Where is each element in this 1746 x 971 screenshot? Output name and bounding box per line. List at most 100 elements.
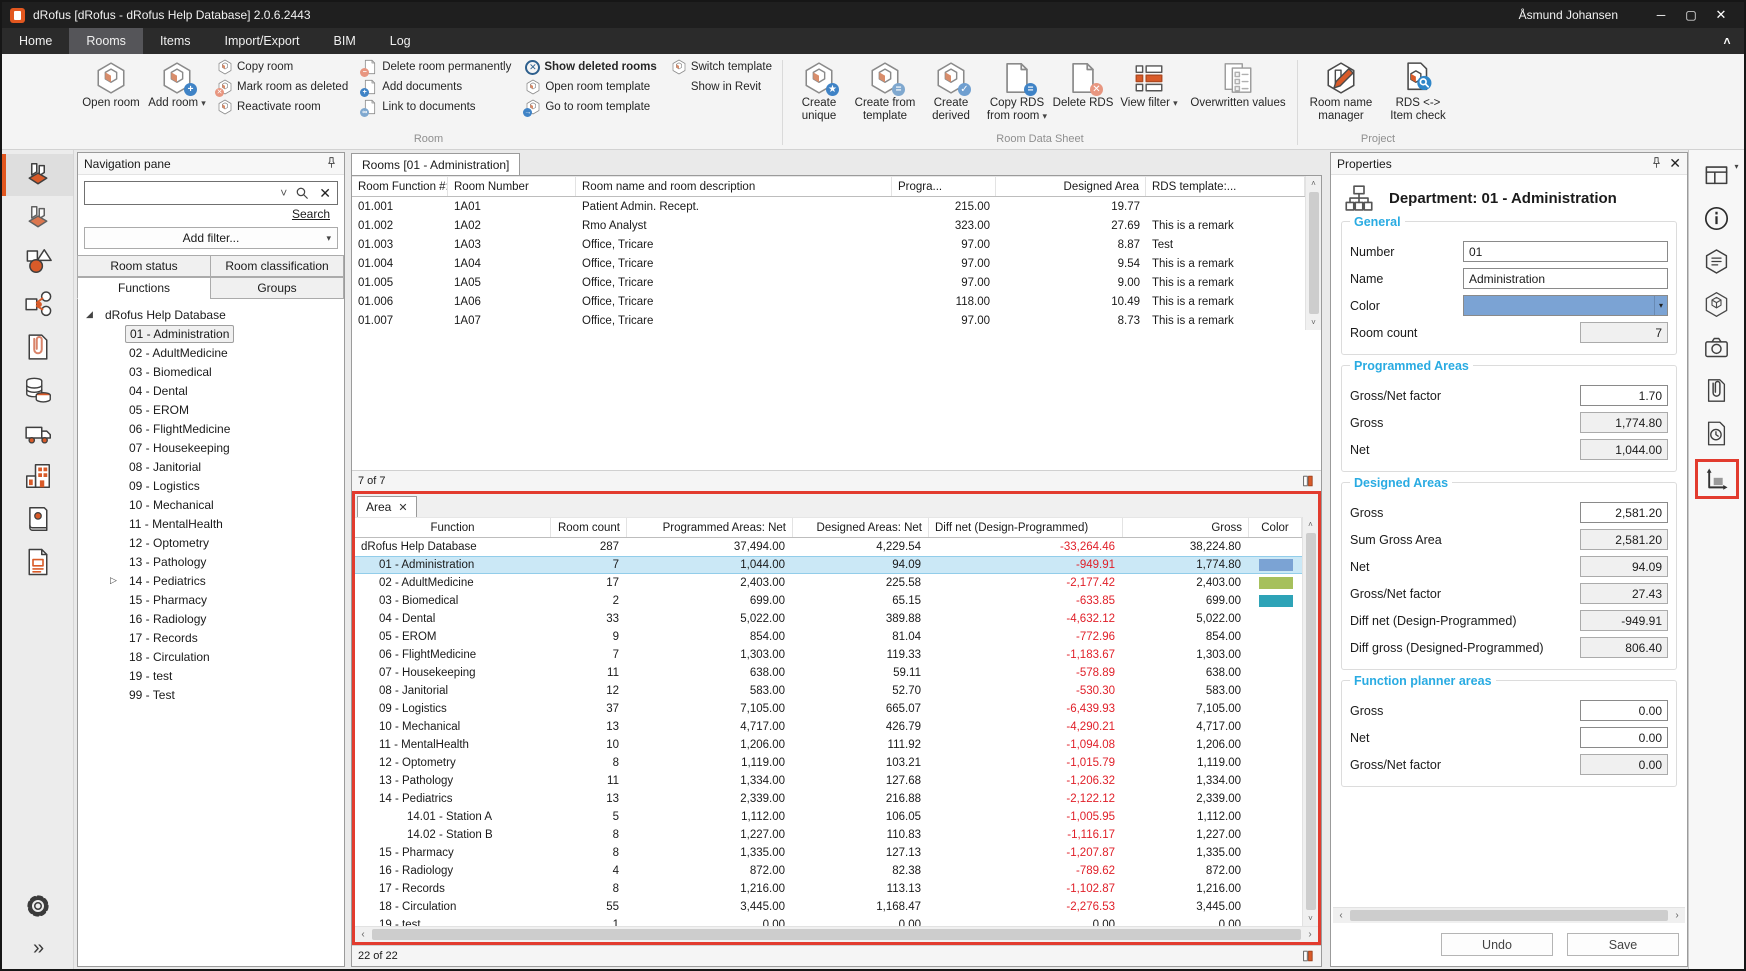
delete-room-permanently-button[interactable]: −Delete room permanently	[362, 59, 511, 75]
open-room-button[interactable]: Open room	[80, 59, 142, 110]
close-tab-icon[interactable]: ✕	[398, 501, 407, 514]
sidebar-module-button[interactable]	[2, 412, 73, 454]
area-row[interactable]: 09 - Logistics 37 7,105.00 665.07 -6,439…	[355, 700, 1302, 718]
area-horizontal-scrollbar[interactable]: ‹ ›	[355, 926, 1318, 942]
copy-room-button[interactable]: Copy room	[217, 59, 348, 75]
attachments-tab-icon[interactable]	[1697, 373, 1737, 407]
numeric-field[interactable]: 2,581.20	[1580, 529, 1668, 550]
create-derived-button[interactable]: ✓ Create derived	[920, 59, 982, 123]
create-from-template-button[interactable]: = Create from template	[854, 59, 916, 123]
column-header[interactable]: Room Function #:	[352, 177, 448, 196]
link-to-documents-button[interactable]: ∞Link to documents	[362, 99, 511, 115]
column-header[interactable]: Designed Area	[996, 177, 1146, 196]
close-panel-icon[interactable]: ✕	[1663, 155, 1681, 172]
numeric-field[interactable]: 806.40	[1580, 637, 1668, 658]
sidebar-module-button[interactable]	[2, 541, 73, 583]
area-row[interactable]: 16 - Radiology 4 872.00 82.38 -789.62 87…	[355, 862, 1302, 880]
open-room-template-button[interactable]: Open room template	[525, 79, 656, 95]
save-button[interactable]: Save	[1567, 933, 1679, 956]
column-header[interactable]: Programmed Areas: Net	[627, 518, 793, 537]
pin-icon[interactable]	[325, 156, 338, 172]
area-tab-icon[interactable]	[1695, 459, 1739, 499]
navpane-tab[interactable]: Room classification	[210, 255, 344, 277]
reactivate-room-button[interactable]: Reactivate room	[217, 99, 348, 115]
model-tab-icon[interactable]	[1697, 287, 1737, 321]
area-row[interactable]: 11 - MentalHealth 10 1,206.00 111.92 -1,…	[355, 736, 1302, 754]
tree-item[interactable]: 02 - AdultMedicine	[80, 343, 342, 362]
area-vertical-scrollbar[interactable]: ˄ ˅	[1302, 517, 1318, 926]
area-row[interactable]: 14.01 - Station A 5 1,112.00 106.05 -1,0…	[355, 808, 1302, 826]
sidebar-module-button[interactable]	[2, 369, 73, 411]
rds-tab-icon[interactable]	[1697, 244, 1737, 278]
column-header[interactable]: Room count	[551, 518, 627, 537]
settings-button[interactable]	[2, 885, 73, 927]
undo-button[interactable]: Undo	[1441, 933, 1553, 956]
layout-flag-icon[interactable]	[1301, 949, 1315, 963]
copy-rds-from-room-button[interactable]: = Copy RDS from room ▾	[986, 59, 1048, 123]
area-row[interactable]: 19 - test 1 0.00 0.00 0.00 0.00	[355, 916, 1302, 926]
area-row[interactable]: 17 - Records 8 1,216.00 113.13 -1,102.87…	[355, 880, 1302, 898]
expand-sidebar-button[interactable]: »	[2, 927, 73, 969]
area-row[interactable]: 15 - Pharmacy 8 1,335.00 127.13 -1,207.8…	[355, 844, 1302, 862]
create-unique-button[interactable]: ★ Create unique	[788, 59, 850, 123]
pane-layout-icon[interactable]	[1697, 158, 1737, 192]
pin-icon[interactable]	[1650, 156, 1663, 172]
area-row[interactable]: 10 - Mechanical 13 4,717.00 426.79 -4,29…	[355, 718, 1302, 736]
add-documents-button[interactable]: +Add documents	[362, 79, 511, 95]
add-room-button[interactable]: + Add room ▾	[146, 59, 208, 110]
column-header[interactable]: RDS template:...	[1146, 177, 1305, 196]
sidebar-module-button[interactable]	[2, 154, 73, 196]
close-icon[interactable]: ✕	[1706, 7, 1736, 23]
room-row[interactable]: 01.003 1A03 Office, Tricare 97.00 8.87 T…	[352, 235, 1305, 254]
layout-flag-icon[interactable]	[1301, 474, 1315, 488]
area-row[interactable]: 07 - Housekeeping 11 638.00 59.11 -578.8…	[355, 664, 1302, 682]
tree-item[interactable]: 13 - Pathology	[80, 552, 342, 571]
area-tab[interactable]: Area ✕	[357, 496, 417, 517]
menu-tab[interactable]: BIM	[317, 28, 373, 54]
sidebar-module-button[interactable]	[2, 283, 73, 325]
area-row[interactable]: 06 - FlightMedicine 7 1,303.00 119.33 -1…	[355, 646, 1302, 664]
log-tab-icon[interactable]	[1697, 416, 1737, 450]
search-link[interactable]: Search	[292, 207, 330, 221]
search-input[interactable]: ˅ ✕	[84, 181, 338, 205]
navpane-tab[interactable]: Room status	[77, 255, 211, 277]
tree-item[interactable]: 19 - test	[80, 666, 342, 685]
menu-tab[interactable]: Rooms	[69, 28, 143, 54]
column-header[interactable]: Function	[355, 518, 551, 537]
menu-tab[interactable]: Log	[373, 28, 428, 54]
numeric-field[interactable]: 0.00	[1580, 700, 1668, 721]
tree-item[interactable]: 17 - Records	[80, 628, 342, 647]
area-row[interactable]: 14 - Pediatrics 13 2,339.00 216.88 -2,12…	[355, 790, 1302, 808]
add-filter-button[interactable]: Add filter... ▾	[84, 227, 338, 249]
rooms-vertical-scrollbar[interactable]: ˄ ˅	[1305, 176, 1321, 330]
column-header[interactable]: Diff net (Design-Programmed)	[929, 518, 1123, 537]
column-header[interactable]: Progra...	[892, 177, 996, 196]
tree-item[interactable]: 09 - Logistics	[80, 476, 342, 495]
go-to-room-template-button[interactable]: →Go to room template	[525, 99, 656, 115]
area-row[interactable]: 12 - Optometry 8 1,119.00 103.21 -1,015.…	[355, 754, 1302, 772]
sidebar-module-button[interactable]	[2, 455, 73, 497]
area-row[interactable]: 04 - Dental 33 5,022.00 389.88 -4,632.12…	[355, 610, 1302, 628]
color-picker-field[interactable]: ▾	[1463, 295, 1668, 316]
numeric-field[interactable]: 1,044.00	[1580, 439, 1668, 460]
number-field[interactable]: 01	[1463, 241, 1668, 262]
search-icon[interactable]	[291, 186, 313, 200]
tree-item[interactable]: ◢ dRofus Help Database	[80, 305, 342, 324]
view-filter-button[interactable]: View filter ▾	[1118, 59, 1180, 110]
column-header[interactable]: Room name and room description	[576, 177, 892, 196]
tree-item[interactable]: 15 - Pharmacy	[80, 590, 342, 609]
properties-horizontal-scrollbar[interactable]: ‹ ›	[1333, 907, 1685, 923]
show-deleted-rooms-toggle[interactable]: ✕Show deleted rooms	[525, 59, 656, 75]
numeric-field[interactable]: 27.43	[1580, 583, 1668, 604]
area-row[interactable]: 05 - EROM 9 854.00 81.04 -772.96 854.00	[355, 628, 1302, 646]
tree-item[interactable]: 12 - Optometry	[80, 533, 342, 552]
tree-item[interactable]: 99 - Test	[80, 685, 342, 704]
column-header[interactable]: Gross	[1123, 518, 1249, 537]
room-row[interactable]: 01.004 1A04 Office, Tricare 97.00 9.54 T…	[352, 254, 1305, 273]
name-field[interactable]: Administration	[1463, 268, 1668, 289]
area-row[interactable]: 08 - Janitorial 12 583.00 52.70 -530.30 …	[355, 682, 1302, 700]
room-row[interactable]: 01.001 1A01 Patient Admin. Recept. 215.0…	[352, 197, 1305, 216]
sidebar-module-button[interactable]	[2, 197, 73, 239]
tree-expander-icon[interactable]: ◢	[86, 309, 101, 320]
delete-rds-button[interactable]: ✕ Delete RDS	[1052, 59, 1114, 110]
